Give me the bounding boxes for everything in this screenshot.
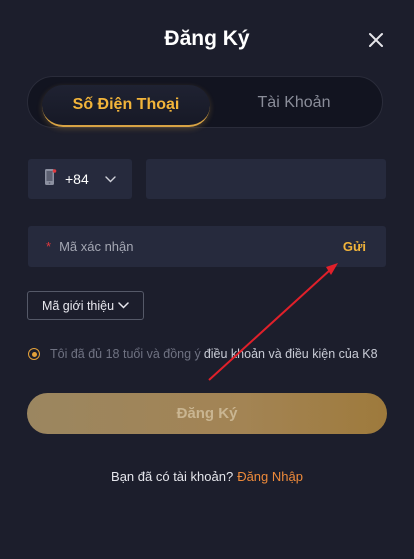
chevron-down-icon (105, 170, 116, 188)
country-code-select[interactable]: +84 (28, 159, 132, 199)
terms-text: Tôi đã đủ 18 tuổi và đồng ý (50, 347, 201, 361)
register-dialog: Đăng Ký Số Điện Thoại Tài Khoản +84 * Mã… (0, 0, 414, 559)
terms-link[interactable]: điều khoản và điều kiện của K8 (204, 347, 378, 361)
terms-radio[interactable] (28, 348, 40, 360)
phone-icon (43, 168, 57, 191)
phone-number-field[interactable] (146, 159, 386, 199)
country-code-value: +84 (65, 171, 89, 187)
verification-code-input[interactable] (59, 226, 343, 267)
phone-number-input[interactable] (146, 159, 386, 199)
chevron-down-icon (118, 302, 129, 309)
login-prompt: Bạn đã có tài khoản? Đăng Nhập (0, 469, 414, 484)
login-prompt-text: Bạn đã có tài khoản? (111, 469, 234, 484)
tab-phone-number[interactable]: Số Điện Thoại (42, 85, 210, 127)
required-mark: * (46, 239, 52, 254)
referral-code-label: Mã giới thiệu (41, 298, 115, 313)
verification-code-field[interactable]: * Gửi (28, 226, 386, 267)
tab-bar: Số Điện Thoại Tài Khoản (27, 76, 383, 128)
login-link[interactable]: Đăng Nhập (237, 469, 303, 484)
register-button[interactable]: Đăng Ký (27, 393, 387, 434)
send-code-button[interactable]: Gửi (343, 239, 366, 254)
referral-code-toggle[interactable]: Mã giới thiệu (27, 291, 144, 320)
terms-agreement: Tôi đã đủ 18 tuổi và đồng ý điều khoản v… (28, 346, 388, 362)
tab-account[interactable]: Tài Khoản (218, 85, 370, 121)
close-icon[interactable] (366, 30, 386, 50)
dialog-title: Đăng Ký (164, 27, 250, 50)
